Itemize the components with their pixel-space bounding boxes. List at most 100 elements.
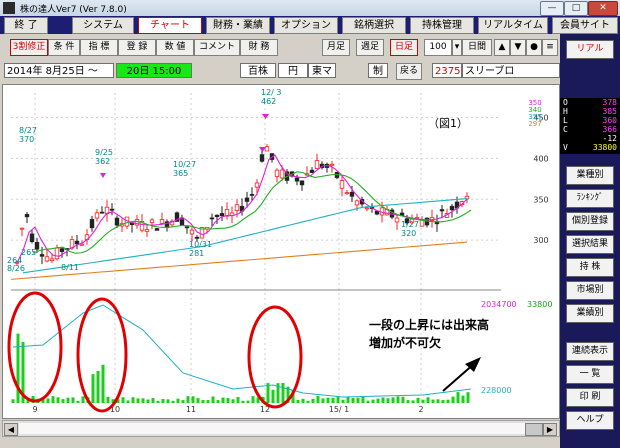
- volume-bar: [161, 399, 165, 403]
- volume-bar: [51, 396, 55, 403]
- y-tick-label: 350: [533, 195, 548, 204]
- finance-button[interactable]: 財 務: [240, 39, 278, 56]
- sector-button[interactable]: 業種別: [566, 166, 614, 185]
- scroll-thumb[interactable]: [525, 423, 543, 436]
- selection-results-button[interactable]: 選択結果: [566, 235, 614, 254]
- candle-body: [114, 217, 120, 226]
- hamburger-icon[interactable]: ≡: [542, 39, 558, 56]
- volume-bar: [421, 399, 425, 403]
- menu-member-site[interactable]: 会員サイト: [552, 17, 618, 34]
- x-tick-label: 11: [186, 405, 196, 414]
- volume-bar: [331, 397, 335, 403]
- annotation-date: 8/27: [19, 126, 37, 135]
- count-dropdown-icon[interactable]: ▾: [452, 39, 462, 56]
- volume-bar: [221, 397, 225, 403]
- candle-body: [109, 208, 115, 211]
- volume-bar: [411, 400, 415, 403]
- menu-exit[interactable]: 終 了: [4, 17, 48, 34]
- minimize-button[interactable]: —: [540, 1, 564, 16]
- menu-bar: 終 了 システム チャート 財務・業績 オプション 銘柄選択 持株管理 リアルタ…: [0, 16, 620, 34]
- annotation-value: 281: [189, 249, 204, 258]
- cycle-icon[interactable]: ●: [526, 39, 542, 56]
- market-button[interactable]: 市場別: [566, 281, 614, 300]
- volume-bar: [206, 400, 210, 403]
- volume-bar: [66, 397, 70, 403]
- volume-bar: [156, 400, 160, 403]
- volume-bar: [211, 396, 215, 403]
- split-adjust-button[interactable]: 3割修正: [10, 39, 48, 56]
- volume-bar: [381, 397, 385, 403]
- candle-body: [59, 248, 65, 252]
- list-button[interactable]: 一 覧: [566, 365, 614, 384]
- menu-realtime[interactable]: リアルタイム: [478, 17, 548, 34]
- price-volume-chart: 4504003503009 10 11 12 15/ 1 23503403552978/2…: [7, 88, 552, 414]
- volume-bar: [146, 399, 150, 403]
- volume-bar: [341, 399, 345, 403]
- scroll-left-icon[interactable]: ◀: [4, 423, 18, 436]
- scroll-down-icon[interactable]: ▼: [510, 39, 526, 56]
- scroll-right-icon[interactable]: ▶: [543, 423, 557, 436]
- candle-body: [299, 180, 305, 186]
- indicators-button[interactable]: 指 標: [80, 39, 118, 56]
- volume-bar: [366, 400, 370, 403]
- volume-bar: [351, 397, 355, 403]
- candle-body: [329, 163, 335, 166]
- volume-bar: [311, 398, 315, 403]
- back-button[interactable]: 戻る: [396, 63, 422, 80]
- individual-register-button[interactable]: 個別登録: [566, 212, 614, 231]
- title-bar: 株の達人Ver7 (Ver 7.8.0) — □ ✕: [0, 0, 620, 17]
- holdings-button[interactable]: 持 株: [566, 258, 614, 277]
- conditions-button[interactable]: 条 件: [48, 39, 80, 56]
- continuous-display-button[interactable]: 連続表示: [566, 342, 614, 361]
- weekly-button[interactable]: 週足: [356, 39, 384, 56]
- horizontal-scrollbar[interactable]: ◀ ▶: [2, 420, 560, 437]
- volume-bar: [186, 396, 190, 403]
- realtime-button[interactable]: リアル: [566, 40, 614, 59]
- note-line-2: 増加が不可欠: [369, 335, 441, 350]
- menu-options[interactable]: オプション: [274, 17, 338, 34]
- values-button[interactable]: 数 値: [156, 39, 194, 56]
- annotation-date: 10/31: [189, 240, 212, 249]
- volume-bar: [91, 374, 95, 403]
- help-button[interactable]: ヘルプ: [566, 411, 614, 430]
- window-title: 株の達人Ver7 (Ver 7.8.0): [20, 5, 127, 15]
- volume-bar: [461, 395, 465, 403]
- volume-bar: [306, 400, 310, 403]
- volume-bar: [81, 396, 85, 403]
- performance-button[interactable]: 業績別: [566, 304, 614, 323]
- monthly-button[interactable]: 月足: [322, 39, 350, 56]
- info-row: 2014年 8月25日 〜 20日 15:00 百株 円 東マ 制 戻る 237…: [2, 63, 560, 80]
- x-tick-label: 9: [32, 405, 37, 414]
- period-display: 20日 15:00: [116, 63, 192, 78]
- menu-system[interactable]: システム: [72, 17, 134, 34]
- register-button[interactable]: 登 録: [118, 39, 156, 56]
- volume-bar: [361, 396, 365, 403]
- scroll-track[interactable]: [19, 423, 537, 434]
- print-button[interactable]: 印 刷: [566, 388, 614, 407]
- candle-body: [394, 217, 400, 223]
- maximize-button[interactable]: □: [564, 1, 588, 16]
- count-select[interactable]: 100: [424, 39, 452, 56]
- close-button[interactable]: ✕: [588, 1, 618, 16]
- y-tick-label: 300: [533, 236, 548, 245]
- menu-chart[interactable]: チャート: [138, 17, 202, 34]
- menu-financial[interactable]: 財務・業績: [206, 17, 270, 34]
- volume-bar: [246, 400, 250, 403]
- candle-body: [144, 229, 150, 232]
- daily-button[interactable]: 日足: [390, 39, 418, 56]
- candle-body: [439, 209, 445, 212]
- mode-display: 制: [368, 63, 388, 78]
- volume-current-label: 33800: [527, 300, 552, 309]
- menu-stock-select[interactable]: 銘柄選択: [342, 17, 406, 34]
- ranking-button[interactable]: ﾗﾝｷﾝｸﾞ: [566, 189, 614, 208]
- scroll-up-icon[interactable]: ▲: [494, 39, 510, 56]
- comment-button[interactable]: コメント: [194, 39, 240, 56]
- currency-select[interactable]: 円: [278, 63, 308, 78]
- candle-body: [214, 214, 220, 218]
- menu-holdings[interactable]: 持株管理: [410, 17, 474, 34]
- candle-body: [279, 169, 285, 179]
- volume-key: V: [563, 143, 568, 152]
- open-value: 378: [602, 98, 617, 107]
- volume-bar: [191, 396, 195, 403]
- volume-bar: [466, 392, 470, 403]
